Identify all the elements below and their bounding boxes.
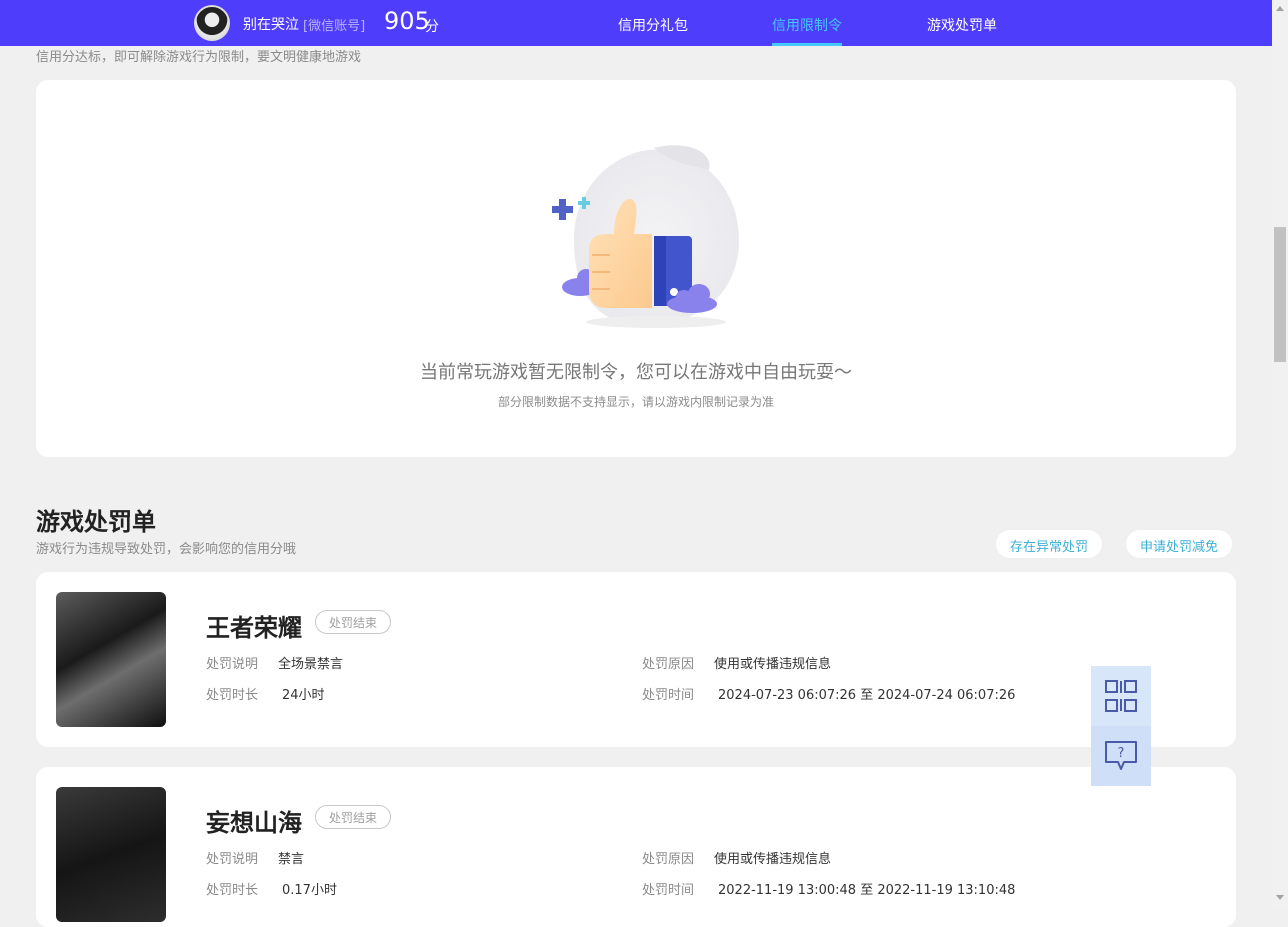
floating-action-panel: ? bbox=[1091, 666, 1151, 786]
penalty-reason-label: 处罚原因 bbox=[642, 852, 695, 867]
penalty-reason-label: 处罚原因 bbox=[642, 657, 695, 672]
penalty-time-value: 2024-07-23 06:07:26 至 2024-07-24 06:07:2… bbox=[718, 688, 1016, 703]
thumbs-up-illustration-icon bbox=[552, 145, 739, 328]
abnormal-penalty-button[interactable]: 存在异常处罚 bbox=[996, 530, 1103, 558]
appeal-penalty-button[interactable]: 申请处罚减免 bbox=[1126, 530, 1233, 558]
penalty-duration-label: 处罚时长 bbox=[206, 883, 259, 898]
game-cover-image bbox=[56, 787, 166, 922]
penalty-time-label: 处罚时间 bbox=[642, 688, 695, 703]
username: 别在哭泣 bbox=[243, 17, 299, 33]
credit-score: 905 bbox=[384, 7, 430, 35]
tab-credit-gift[interactable]: 信用分礼包 bbox=[618, 15, 688, 35]
qr-code-button[interactable] bbox=[1091, 666, 1151, 726]
section-desc-penalty: 游戏行为违规导致处罚，会影响您的信用分哦 bbox=[36, 542, 297, 557]
tab-game-penalty[interactable]: 游戏处罚单 bbox=[927, 15, 997, 35]
penalty-time-label: 处罚时间 bbox=[642, 883, 695, 898]
empty-state-subtitle: 部分限制数据不支持显示，请以游戏内限制记录为准 bbox=[497, 395, 774, 409]
help-chat-icon: ? bbox=[1105, 741, 1137, 770]
empty-state-title: 当前常玩游戏暂无限制令，您可以在游戏中自由玩耍～ bbox=[420, 362, 852, 383]
game-cover-image bbox=[56, 592, 166, 727]
game-name: 妄想山海 bbox=[206, 809, 302, 837]
penalty-reason-value: 使用或传播违规信息 bbox=[714, 852, 832, 867]
avatar[interactable] bbox=[194, 5, 230, 41]
penalty-reason-value: 使用或传播违规信息 bbox=[714, 657, 832, 672]
restriction-description: 信用分达标，即可解除游戏行为限制，要文明健康地游戏 bbox=[36, 50, 362, 65]
status-badge: 处罚结束 bbox=[315, 805, 392, 829]
penalty-desc-value: 全场景禁言 bbox=[278, 657, 344, 672]
score-unit: 分 bbox=[425, 19, 439, 35]
svg-text:?: ? bbox=[1118, 746, 1125, 761]
active-tab-indicator bbox=[772, 43, 842, 46]
penalty-time-value: 2022-11-19 13:00:48 至 2022-11-19 13:10:4… bbox=[718, 883, 1016, 898]
penalty-duration-value: 0.17小时 bbox=[282, 883, 337, 898]
account-type: [微信账号] bbox=[303, 19, 366, 34]
restriction-empty-card: 当前常玩游戏暂无限制令，您可以在游戏中自由玩耍～ 部分限制数据不支持显示，请以游… bbox=[36, 80, 1236, 457]
scroll-up-arrow-icon[interactable] bbox=[1276, 6, 1284, 11]
page-scrollbar[interactable] bbox=[1272, 0, 1288, 906]
penalty-desc-label: 处罚说明 bbox=[206, 852, 259, 867]
scroll-thumb[interactable] bbox=[1274, 227, 1286, 362]
qr-code-icon bbox=[1105, 680, 1137, 712]
penalty-desc-value: 禁言 bbox=[278, 852, 305, 867]
penalty-duration-value: 24小时 bbox=[282, 688, 325, 703]
penalty-duration-label: 处罚时长 bbox=[206, 688, 259, 703]
scroll-down-arrow-icon[interactable] bbox=[1276, 895, 1284, 900]
penalty-card[interactable]: 王者荣耀 处罚结束 处罚说明 全场景禁言 处罚时长 24小时 处罚原因 使用或传… bbox=[36, 572, 1236, 747]
section-title-penalty: 游戏处罚单 bbox=[36, 508, 156, 536]
penalty-card[interactable]: 妄想山海 处罚结束 处罚说明 禁言 处罚时长 0.17小时 处罚原因 使用或传播… bbox=[36, 767, 1236, 927]
tab-credit-restriction[interactable]: 信用限制令 bbox=[772, 15, 842, 35]
game-name: 王者荣耀 bbox=[206, 614, 302, 642]
help-feedback-button[interactable]: ? bbox=[1091, 726, 1151, 786]
penalty-desc-label: 处罚说明 bbox=[206, 657, 259, 672]
status-badge: 处罚结束 bbox=[315, 610, 392, 634]
top-navbar: 别在哭泣 [微信账号] 905 分 信用分礼包 信用限制令 游戏处罚单 bbox=[0, 0, 1272, 46]
